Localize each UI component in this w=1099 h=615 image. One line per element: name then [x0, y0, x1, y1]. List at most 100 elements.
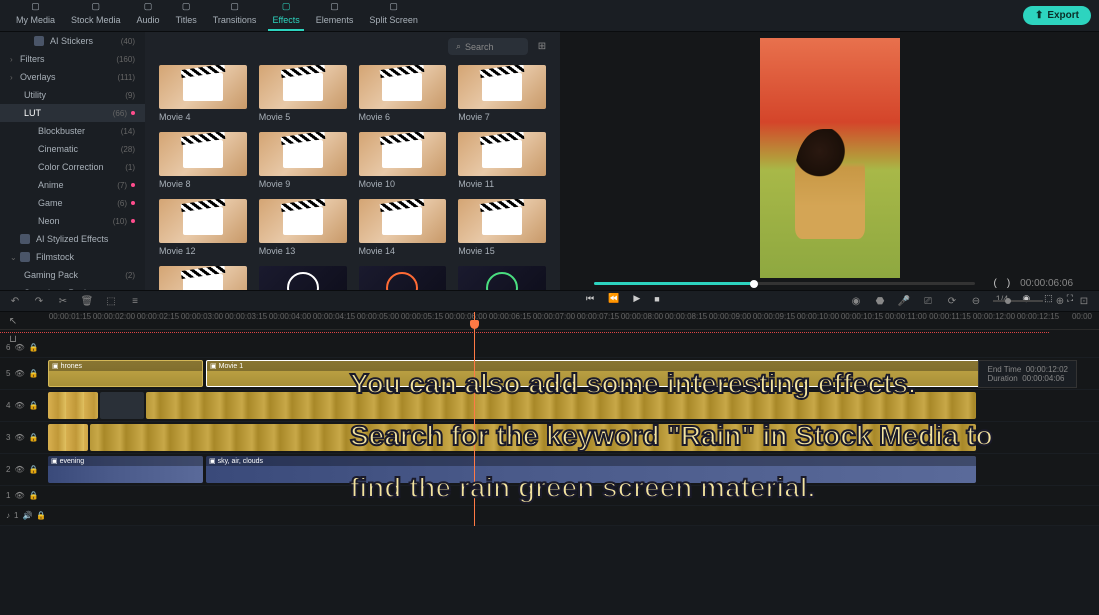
- record-icon[interactable]: ◉: [849, 294, 863, 308]
- zoom-slider[interactable]: [993, 300, 1043, 302]
- eye-icon[interactable]: 👁: [14, 401, 24, 410]
- lock-icon[interactable]: 🔒: [29, 491, 39, 500]
- sidebar-item-filters[interactable]: ›Filters(160): [0, 50, 145, 68]
- tab-transitions[interactable]: ▢Transitions: [205, 0, 265, 31]
- export-button[interactable]: ⬆ Export: [1023, 6, 1091, 25]
- more-icon[interactable]: ≡: [128, 294, 142, 308]
- track-4[interactable]: 4👁🔒: [0, 390, 1099, 422]
- eye-icon[interactable]: 👁: [14, 343, 24, 352]
- lock-icon[interactable]: 🔒: [29, 401, 39, 410]
- scrubber[interactable]: [594, 282, 975, 285]
- cut-icon[interactable]: ✂: [56, 294, 70, 308]
- thumb-movie-9[interactable]: Movie 9: [259, 132, 347, 189]
- sidebar-item-utility[interactable]: Utility(9): [0, 86, 145, 104]
- zoom-out-icon[interactable]: ⊖: [969, 294, 983, 308]
- tab-titles[interactable]: ▢Titles: [168, 0, 205, 31]
- eye-icon[interactable]: 👁: [14, 369, 24, 378]
- voice-icon[interactable]: 🎤: [897, 294, 911, 308]
- scrub-out-icon[interactable]: ): [1007, 278, 1010, 289]
- clip-texture[interactable]: [48, 424, 88, 451]
- lock-icon[interactable]: 🔒: [29, 343, 39, 352]
- thumb-neon-02[interactable]: Neon 02: [359, 266, 447, 290]
- thumb-movie-5[interactable]: Movie 5: [259, 65, 347, 122]
- clip-texture[interactable]: [146, 392, 976, 419]
- clip-hrones[interactable]: ▣hrones: [48, 360, 203, 387]
- track-1v[interactable]: 1👁🔒: [0, 486, 1099, 506]
- prev-frame-icon[interactable]: ⏮: [586, 293, 594, 304]
- eye-icon[interactable]: 👁: [14, 491, 24, 500]
- lock-icon[interactable]: 🔒: [29, 369, 39, 378]
- thumb-movie-7[interactable]: Movie 7: [458, 65, 546, 122]
- sidebar-item-ai-stickers[interactable]: AI Stickers(40): [0, 32, 145, 50]
- track-head[interactable]: 2👁🔒: [0, 454, 48, 485]
- thumb-movie-16[interactable]: Movie 16: [159, 266, 247, 290]
- track-head[interactable]: 6👁🔒: [0, 338, 48, 357]
- thumb-movie-4[interactable]: Movie 4: [159, 65, 247, 122]
- tab-effects[interactable]: ▢Effects: [264, 0, 307, 31]
- track-head[interactable]: 3👁🔒: [0, 422, 48, 453]
- render-icon[interactable]: ⟳: [945, 294, 959, 308]
- track-2[interactable]: 2👁🔒 ▣evening ▣sky, air, clouds: [0, 454, 1099, 486]
- fit-icon[interactable]: ⊡: [1077, 294, 1091, 308]
- mixer-icon[interactable]: ⎚: [921, 294, 935, 308]
- preview-video[interactable]: [582, 38, 1077, 278]
- play-prev-icon[interactable]: ⏪: [608, 293, 619, 304]
- mute-icon[interactable]: 🔊: [22, 511, 32, 520]
- tab-elements[interactable]: ▢Elements: [308, 0, 362, 31]
- sidebar-item-neon[interactable]: Neon(10): [0, 212, 145, 230]
- eye-icon[interactable]: 👁: [14, 465, 24, 474]
- sidebar-item-blockbuster[interactable]: Blockbuster(14): [0, 122, 145, 140]
- play-icon[interactable]: ▶: [633, 293, 640, 304]
- track-6[interactable]: 6👁🔒: [0, 338, 1099, 358]
- track-head[interactable]: ♪1🔊🔒: [0, 506, 48, 525]
- clip-dark[interactable]: [100, 392, 144, 419]
- search-input[interactable]: ⌕ Search: [448, 38, 528, 55]
- sidebar-item-game[interactable]: Game(6): [0, 194, 145, 212]
- lock-icon[interactable]: 🔒: [36, 511, 46, 520]
- sidebar-item-filmstock[interactable]: ⌄Filmstock: [0, 248, 145, 266]
- playhead[interactable]: [474, 312, 475, 526]
- track-head[interactable]: 5👁🔒: [0, 358, 48, 389]
- thumb-movie-15[interactable]: Movie 15: [458, 199, 546, 256]
- sidebar-item-anime[interactable]: Anime(7): [0, 176, 145, 194]
- thumb-movie-8[interactable]: Movie 8: [159, 132, 247, 189]
- thumb-movie-10[interactable]: Movie 10: [359, 132, 447, 189]
- redo-icon[interactable]: ↷: [32, 294, 46, 308]
- time-ruler[interactable]: 00:00:01:1500:00:02:0000:00:02:1500:00:0…: [0, 312, 1099, 330]
- sidebar-item-lut[interactable]: LUT(66): [0, 104, 145, 122]
- thumb-movie-13[interactable]: Movie 13: [259, 199, 347, 256]
- clip-evening[interactable]: ▣evening: [48, 456, 203, 483]
- sidebar-item-gaming-pack[interactable]: Gaming Pack(2): [0, 266, 145, 284]
- track-head[interactable]: 1👁🔒: [0, 486, 48, 505]
- track-1a[interactable]: ♪1🔊🔒: [0, 506, 1099, 526]
- sidebar-item-overlays[interactable]: ›Overlays(111): [0, 68, 145, 86]
- marker-row[interactable]: [0, 330, 1099, 338]
- tab-audio[interactable]: ▢Audio: [129, 0, 168, 31]
- track-3[interactable]: 3👁🔒: [0, 422, 1099, 454]
- grid-view-icon[interactable]: ⊞: [534, 39, 550, 55]
- crop-icon[interactable]: ⬚: [104, 294, 118, 308]
- clip-texture[interactable]: [48, 392, 98, 419]
- undo-icon[interactable]: ↶: [8, 294, 22, 308]
- scrub-in-icon[interactable]: (: [993, 278, 996, 289]
- sidebar-item-color-correction[interactable]: Color Correction(1): [0, 158, 145, 176]
- clip-sky[interactable]: ▣sky, air, clouds: [206, 456, 976, 483]
- thumb-neon-01[interactable]: Neon 01: [259, 266, 347, 290]
- thumb-movie-11[interactable]: Movie 11: [458, 132, 546, 189]
- stop-icon[interactable]: ■: [654, 294, 659, 304]
- zoom-in-icon[interactable]: ⊕: [1053, 294, 1067, 308]
- lock-icon[interactable]: 🔒: [29, 433, 39, 442]
- thumb-movie-12[interactable]: Movie 12: [159, 199, 247, 256]
- eye-icon[interactable]: 👁: [14, 433, 24, 442]
- tab-my-media[interactable]: ▢My Media: [8, 0, 63, 31]
- tab-stock-media[interactable]: ▢Stock Media: [63, 0, 129, 31]
- clip-texture[interactable]: [90, 424, 976, 451]
- thumb-movie-14[interactable]: Movie 14: [359, 199, 447, 256]
- delete-icon[interactable]: 🗑: [80, 294, 94, 308]
- lock-icon[interactable]: 🔒: [29, 465, 39, 474]
- thumb-neon-03[interactable]: Neon 03: [458, 266, 546, 290]
- sidebar-item-cinematic[interactable]: Cinematic(28): [0, 140, 145, 158]
- clip-movie1[interactable]: ▣Movie 1: [206, 360, 994, 387]
- track-head[interactable]: 4👁🔒: [0, 390, 48, 421]
- tab-split-screen[interactable]: ▢Split Screen: [361, 0, 426, 31]
